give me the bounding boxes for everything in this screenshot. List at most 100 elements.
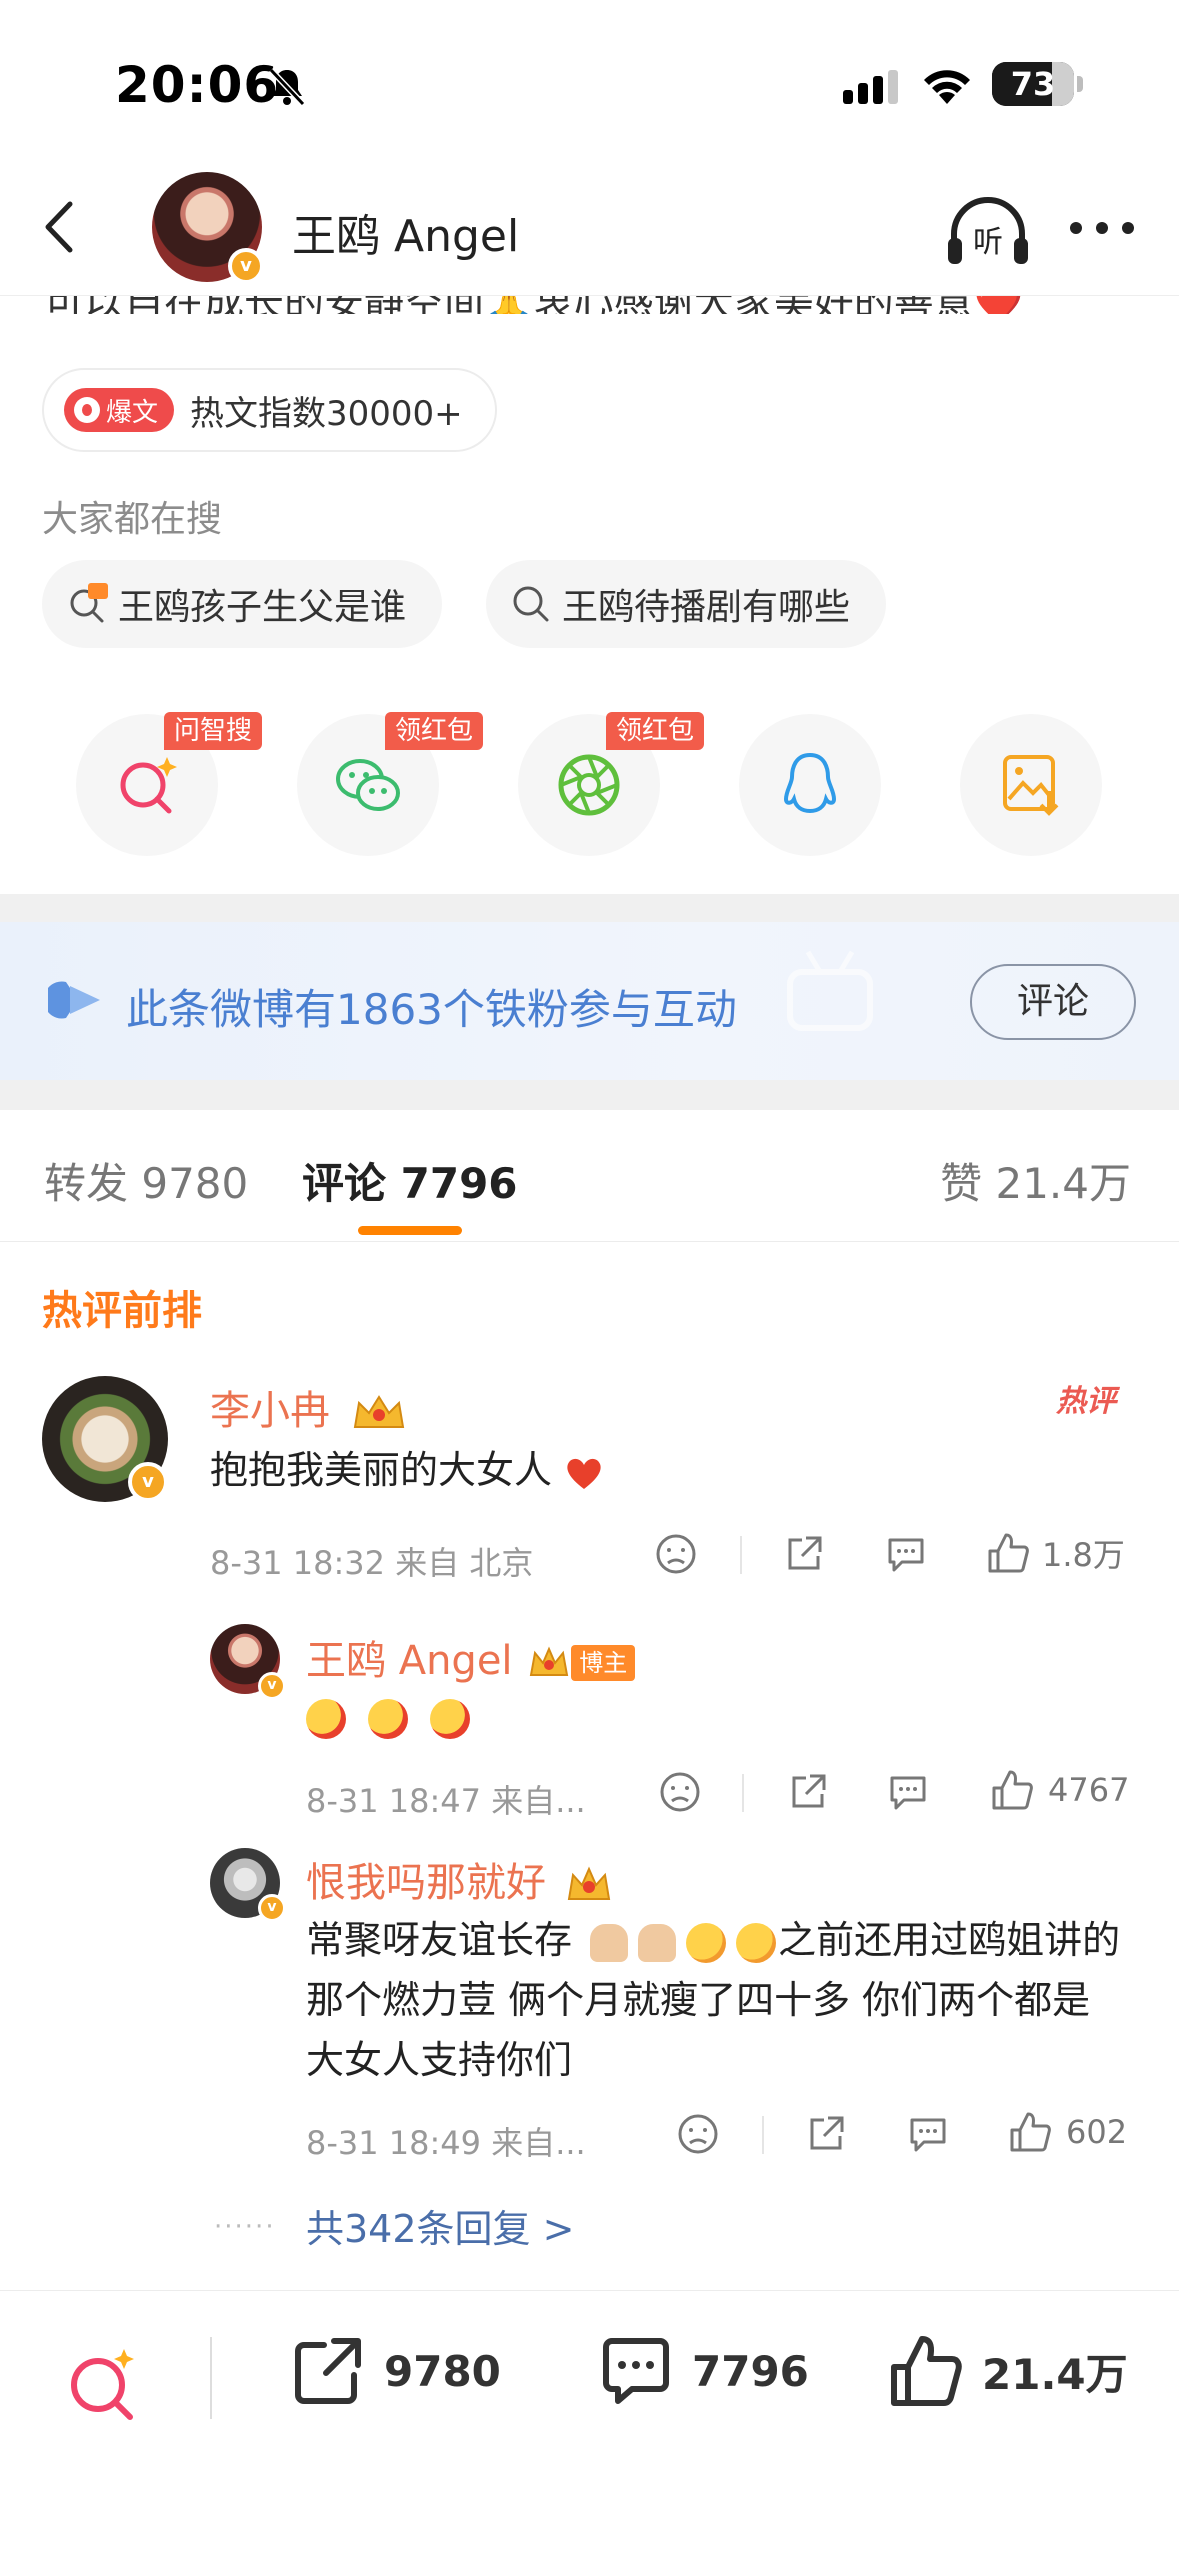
ai-search-icon[interactable] — [62, 2343, 142, 2423]
crown-badge-icon — [530, 1646, 569, 1676]
section-divider — [0, 1080, 1179, 1110]
author-avatar[interactable]: v — [152, 172, 264, 284]
like-count: 21.4万 — [982, 2349, 1128, 2399]
repost-icon — [295, 2338, 361, 2404]
tab-active-indicator — [358, 1226, 462, 1235]
like-button[interactable]: 602 — [1008, 2110, 1127, 2154]
share-icon[interactable] — [786, 1770, 830, 1814]
thumbs-up-icon — [992, 1770, 1033, 1810]
hug-emoji-icon — [306, 1698, 346, 1739]
reply-icon[interactable] — [886, 1770, 930, 1814]
tv-decoration-icon — [787, 950, 873, 1031]
hug-emoji-icon — [430, 1698, 471, 1739]
bottom-action-bar: 9780 7796 21.4万 — [0, 2290, 1179, 2556]
hot-index-label: 热文指数30000+ — [190, 393, 463, 434]
share-tag: 领红包 — [606, 712, 705, 750]
replier-name-label: 恨我吗那就好 — [306, 1860, 546, 1906]
bottom-divider — [210, 2337, 212, 2419]
dislike-icon[interactable] — [676, 2112, 720, 2156]
hot-badge-label: 爆文 — [106, 397, 159, 428]
dislike-icon[interactable] — [658, 1770, 702, 1814]
search-suggestion[interactable]: 王鸥待播剧有哪些 — [486, 560, 887, 648]
finger-heart-emoji-icon — [590, 1923, 629, 1962]
qq-share-button[interactable] — [739, 714, 881, 856]
hot-search-icon — [70, 583, 108, 623]
moments-icon — [558, 754, 620, 816]
share-icon[interactable] — [804, 2112, 848, 2156]
comment-button[interactable]: 7796 — [598, 2333, 809, 2409]
more-icon[interactable] — [1066, 208, 1138, 248]
verified-badge-icon: v — [258, 1894, 286, 1922]
action-divider — [762, 2116, 764, 2154]
reply-icon[interactable] — [906, 2112, 950, 2156]
like-count: 602 — [1066, 2113, 1128, 2151]
blush-emoji-icon — [736, 1922, 777, 1963]
trending-search-title: 大家都在搜 — [42, 499, 223, 540]
save-image-button[interactable] — [960, 714, 1102, 856]
comment-text-label: 抱抱我美丽的大女人 — [210, 1448, 553, 1492]
replier-name[interactable]: 恨我吗那就好 — [306, 1850, 611, 1908]
reply-text-line: 常聚呀友谊长存 之前还用过鸥姐讲的 — [306, 1910, 1120, 1970]
search-suggestion-label: 王鸥孩子生父是谁 — [118, 587, 407, 628]
share-icon[interactable] — [782, 1532, 826, 1576]
thumbs-up-icon — [891, 2336, 962, 2406]
reply-icon[interactable] — [884, 1532, 928, 1576]
tab-like[interactable]: 赞 21.4万 — [940, 1150, 1131, 1211]
verified-badge-icon: v — [128, 1462, 168, 1502]
commenter-name[interactable]: 李小冉 — [210, 1378, 407, 1436]
replies-dots: ······ — [214, 2212, 276, 2242]
replier-name[interactable]: 王鸥 Angel 博主 — [306, 1628, 636, 1686]
section-divider — [0, 894, 1179, 922]
action-divider — [742, 1774, 744, 1812]
reply-meta: 8-31 18:47 来自... — [306, 1782, 586, 1820]
comment-count: 7796 — [692, 2346, 809, 2396]
ai-search-icon — [120, 757, 177, 814]
tab-comment[interactable]: 评论 7796 — [302, 1150, 518, 1211]
hot-comment-tag: 热评 — [1056, 1384, 1116, 1419]
commenter-name-label: 李小冉 — [210, 1388, 330, 1434]
reply-text-line: 那个燃力荳 俩个月就瘦了四十多 你们两个都是 — [306, 1978, 1091, 2022]
thumbs-up-icon — [988, 1533, 1029, 1573]
repost-button[interactable]: 9780 — [290, 2333, 501, 2409]
listen-headphones-icon[interactable]: 听 — [946, 194, 1030, 268]
dislike-icon[interactable] — [654, 1532, 698, 1576]
bell-muted-icon — [268, 67, 306, 107]
tab-repost[interactable]: 转发 9780 — [44, 1150, 248, 1211]
action-divider — [740, 1536, 742, 1574]
fans-icon — [48, 981, 100, 1019]
battery-cap — [1077, 76, 1083, 92]
replier-name-label: 王鸥 Angel — [306, 1638, 513, 1684]
author-tag: 博主 — [571, 1645, 636, 1681]
view-replies-link[interactable]: 共342条回复 > — [306, 2198, 574, 2253]
reply-text-line: 大女人支持你们 — [306, 2038, 573, 2082]
like-button[interactable]: 21.4万 — [888, 2333, 1128, 2409]
comment-text: 抱抱我美丽的大女人 — [210, 1440, 604, 1500]
hot-badge: 爆文 — [64, 388, 175, 432]
fans-interaction-banner[interactable]: 此条微博有1863个铁粉参与互动 评论 — [0, 922, 1179, 1080]
reply-meta: 8-31 18:49 来自... — [306, 2124, 586, 2162]
status-bar: 20:06 73 — [0, 0, 1179, 170]
battery: 73 — [992, 62, 1074, 106]
like-button[interactable]: 1.8万 — [986, 1530, 1125, 1576]
crown-badge-icon — [567, 1866, 610, 1900]
share-tag: 问智搜 — [164, 712, 263, 750]
author-name[interactable]: 王鸥 Angel — [292, 200, 519, 264]
comment-button[interactable]: 评论 — [970, 964, 1136, 1040]
search-suggestion[interactable]: 王鸥孩子生父是谁 — [42, 560, 443, 648]
qq-icon — [783, 752, 837, 814]
crown-badge-icon — [353, 1395, 404, 1428]
hug-emoji-icon — [368, 1698, 409, 1739]
verified-badge-icon: v — [258, 1672, 286, 1700]
battery-level: 73 — [1010, 65, 1056, 103]
wechat-icon — [336, 759, 400, 811]
repost-count: 9780 — [384, 2346, 501, 2396]
status-time: 20:06 — [115, 56, 280, 114]
hot-index-chip[interactable]: 爆文 热文指数30000+ — [42, 368, 497, 452]
hot-comments-title: 热评前排 — [42, 1288, 202, 1334]
back-icon[interactable] — [32, 192, 92, 262]
like-button[interactable]: 4767 — [990, 1768, 1129, 1812]
save-image-icon — [1003, 755, 1059, 816]
reply-text-label: 之前还用过鸥姐讲的 — [778, 1918, 1121, 1962]
heart-icon — [567, 1458, 601, 1489]
fans-banner-text: 此条微博有1863个铁粉参与互动 — [126, 985, 737, 1034]
